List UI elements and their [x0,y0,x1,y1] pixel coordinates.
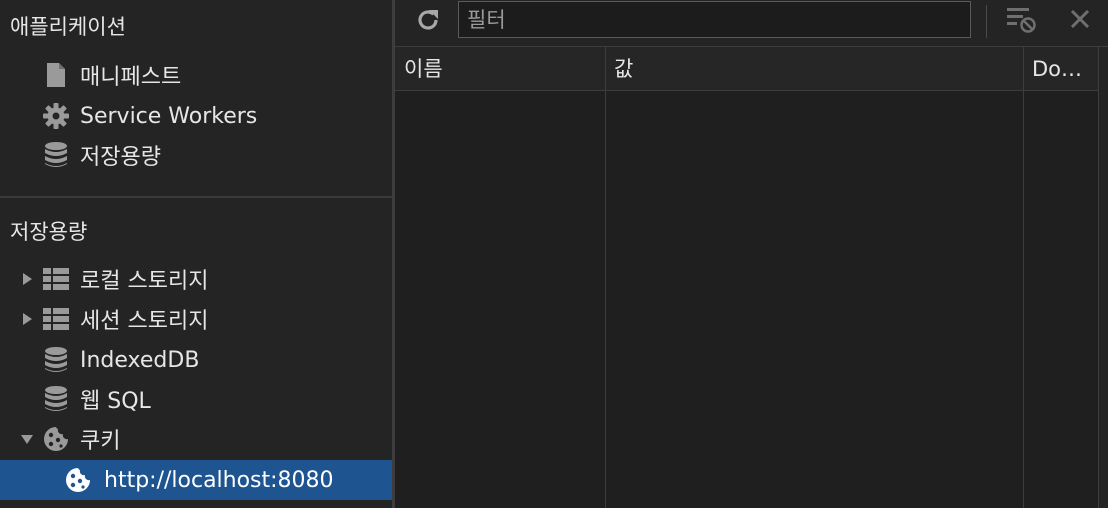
sidebar-item-cookie-localhost[interactable]: http://localhost:8080 [0,460,392,500]
sidebar-item-local-storage[interactable]: 로컬 스토리지 [0,260,392,298]
cookie-icon [64,466,92,494]
close-button[interactable] [1065,4,1095,38]
sidebar-item-service-workers[interactable]: Service Workers [0,97,392,135]
toolbar-separator [986,5,987,38]
sidebar-item-label: Service Workers [80,103,258,129]
sidebar-item-label: 매니페스트 [80,65,182,90]
column-header-name[interactable]: 이름 [395,47,605,90]
toolbar [395,0,1108,47]
column-divider [1023,47,1024,508]
expand-arrow-icon[interactable] [20,312,34,326]
column-header-value[interactable]: 값 [605,47,1023,90]
clear-all-button[interactable] [1004,4,1038,38]
sidebar-item-indexeddb[interactable]: IndexedDB [0,341,392,379]
database-icon [42,385,70,413]
table-header: 이름 값 Do… [395,47,1098,91]
filter-input[interactable] [458,1,971,38]
database-icon [42,141,70,169]
refresh-icon [415,7,441,37]
section-title-storage: 저장용량 [10,220,88,244]
close-icon [1070,9,1090,33]
sidebar-item-manifest[interactable]: 매니페스트 [0,56,392,94]
table-scrollbar[interactable] [1098,47,1108,508]
sidebar-item-web-sql[interactable]: 웹 SQL [0,380,392,418]
sidebar-item-label: IndexedDB [80,347,200,373]
table-grid-icon [42,265,70,293]
table-grid-icon [42,305,70,333]
section-divider [0,196,392,198]
sidebar: 애플리케이션 매니페스트 Service Workers 저장용량 저장용량 로… [0,0,392,508]
sidebar-item-label: 저장용량 [80,145,161,170]
sidebar-item-label: 웹 SQL [80,389,151,414]
expand-arrow-icon[interactable] [20,272,34,286]
sidebar-item-label: 세션 스토리지 [80,309,209,334]
collapse-arrow-icon[interactable] [20,432,34,446]
cookie-icon [42,425,70,453]
column-divider [605,47,606,508]
section-title-application: 애플리케이션 [10,15,126,39]
cookie-table: 이름 값 Do… [395,47,1108,508]
sidebar-item-cookies[interactable]: 쿠키 [0,420,392,458]
sidebar-item-label: 로컬 스토리지 [80,269,209,294]
sidebar-item-session-storage[interactable]: 세션 스토리지 [0,300,392,338]
sidebar-item-storage[interactable]: 저장용량 [0,136,392,174]
devtools-application-panel: 애플리케이션 매니페스트 Service Workers 저장용량 저장용량 로… [0,0,1108,508]
sidebar-item-label: http://localhost:8080 [104,467,334,493]
gear-icon [42,102,70,130]
document-icon [42,61,70,89]
clear-filter-icon [1005,4,1037,38]
database-icon [42,346,70,374]
refresh-button[interactable] [413,7,443,37]
sidebar-item-label: 쿠키 [80,429,121,454]
column-header-domain[interactable]: Do… [1023,47,1098,90]
